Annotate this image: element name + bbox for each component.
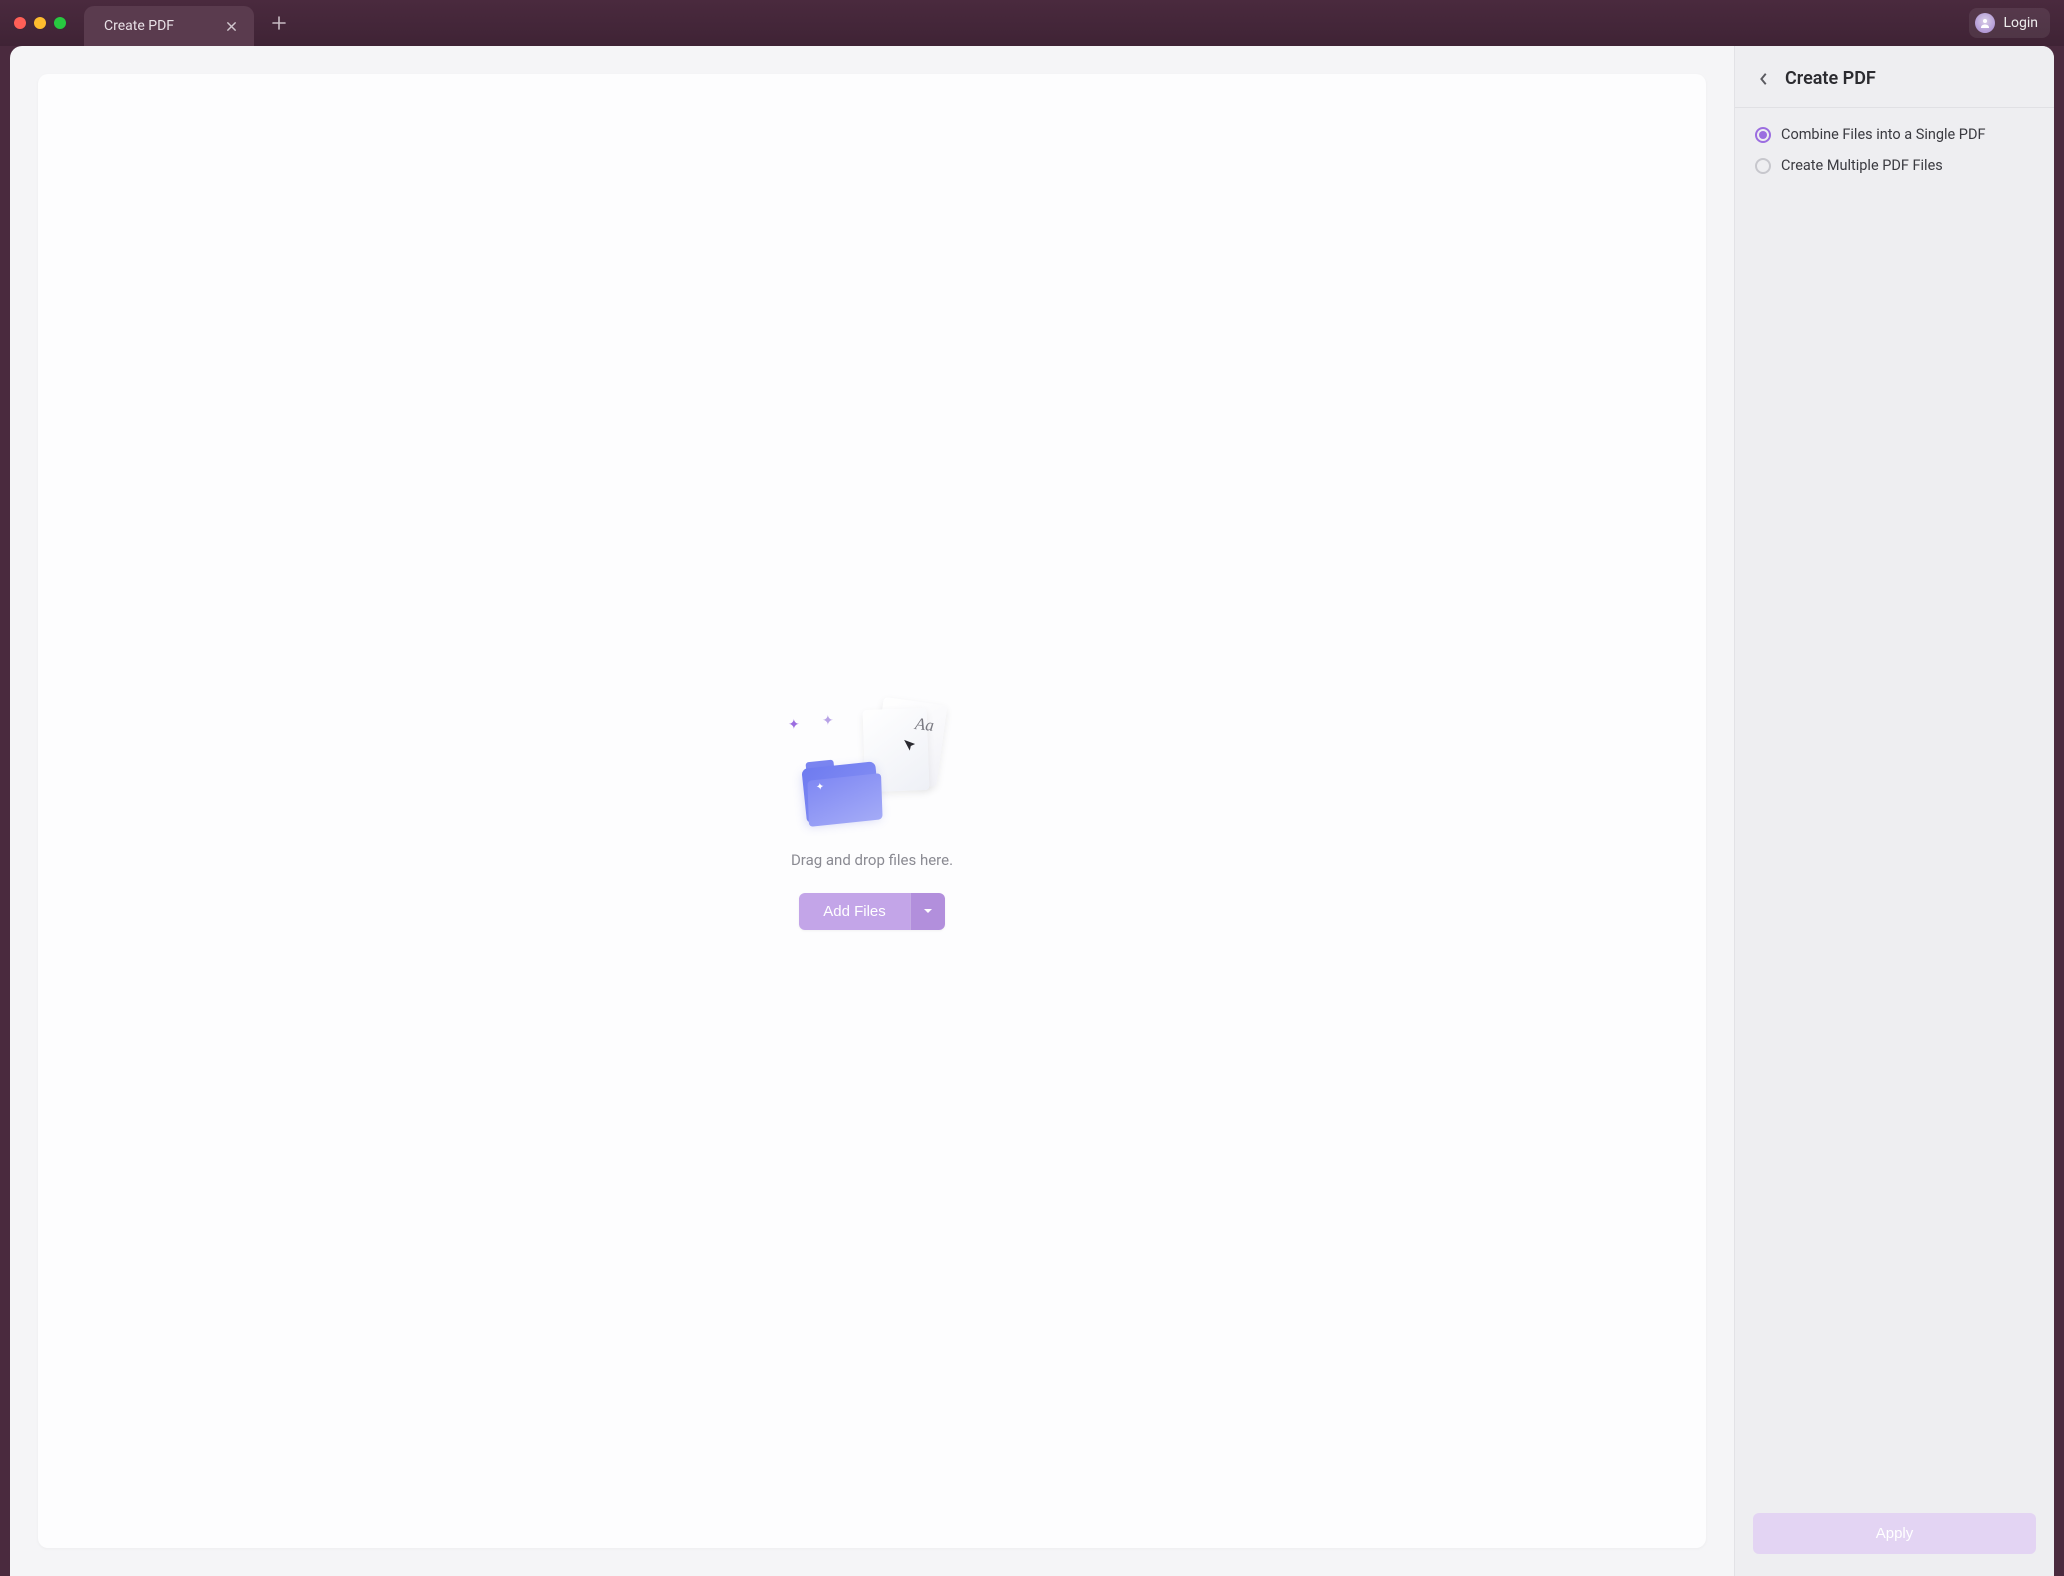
close-window-button[interactable] [14,17,26,29]
panel-header: Create PDF [1735,46,2054,107]
avatar-icon [1975,13,1995,33]
login-label: Login [2003,15,2038,31]
login-button[interactable]: Login [1969,8,2050,38]
sample-text-icon: Aa [914,714,935,736]
titlebar: Create PDF Login [0,0,2064,46]
option-label: Combine Files into a Single PDF [1781,126,1985,143]
sparkle-icon: ✦ [788,717,800,733]
app-window: Create PDF Login Aa [0,0,2064,1576]
sparkle-icon: ✦ [822,713,834,729]
add-files-group: Add Files [799,893,945,930]
main-pane: Aa ✦ ✦ ✦ Drag and drop files here. Add F… [10,46,1734,1576]
create-mode-options: Combine Files into a Single PDF Create M… [1735,108,2054,192]
back-button[interactable] [1755,70,1773,88]
tab-create-pdf[interactable]: Create PDF [84,6,254,46]
drop-hint-text: Drag and drop files here. [791,851,953,869]
panel-title: Create PDF [1785,68,1876,89]
new-tab-button[interactable] [264,8,294,38]
add-files-dropdown-button[interactable] [910,893,945,930]
option-combine-single[interactable]: Combine Files into a Single PDF [1755,126,2034,143]
apply-button[interactable]: Apply [1753,1513,2036,1554]
drop-zone[interactable]: Aa ✦ ✦ ✦ Drag and drop files here. Add F… [38,74,1706,1548]
app-body: Aa ✦ ✦ ✦ Drag and drop files here. Add F… [10,46,2054,1576]
option-label: Create Multiple PDF Files [1781,157,1943,174]
option-create-multiple[interactable]: Create Multiple PDF Files [1755,157,2034,174]
chevron-left-icon [1759,72,1769,86]
add-files-button[interactable]: Add Files [799,893,910,930]
close-tab-button[interactable] [222,17,240,35]
caret-down-icon [923,906,933,916]
cursor-icon [901,736,921,760]
radio-icon [1755,158,1771,174]
folder-illustration: Aa ✦ ✦ ✦ [792,693,952,833]
sparkle-icon: ✦ [815,781,824,793]
side-panel: Create PDF Combine Files into a Single P… [1734,46,2054,1576]
minimize-window-button[interactable] [34,17,46,29]
radio-icon [1755,127,1771,143]
maximize-window-button[interactable] [54,17,66,29]
tab-label: Create PDF [104,18,174,34]
window-controls [14,17,66,29]
